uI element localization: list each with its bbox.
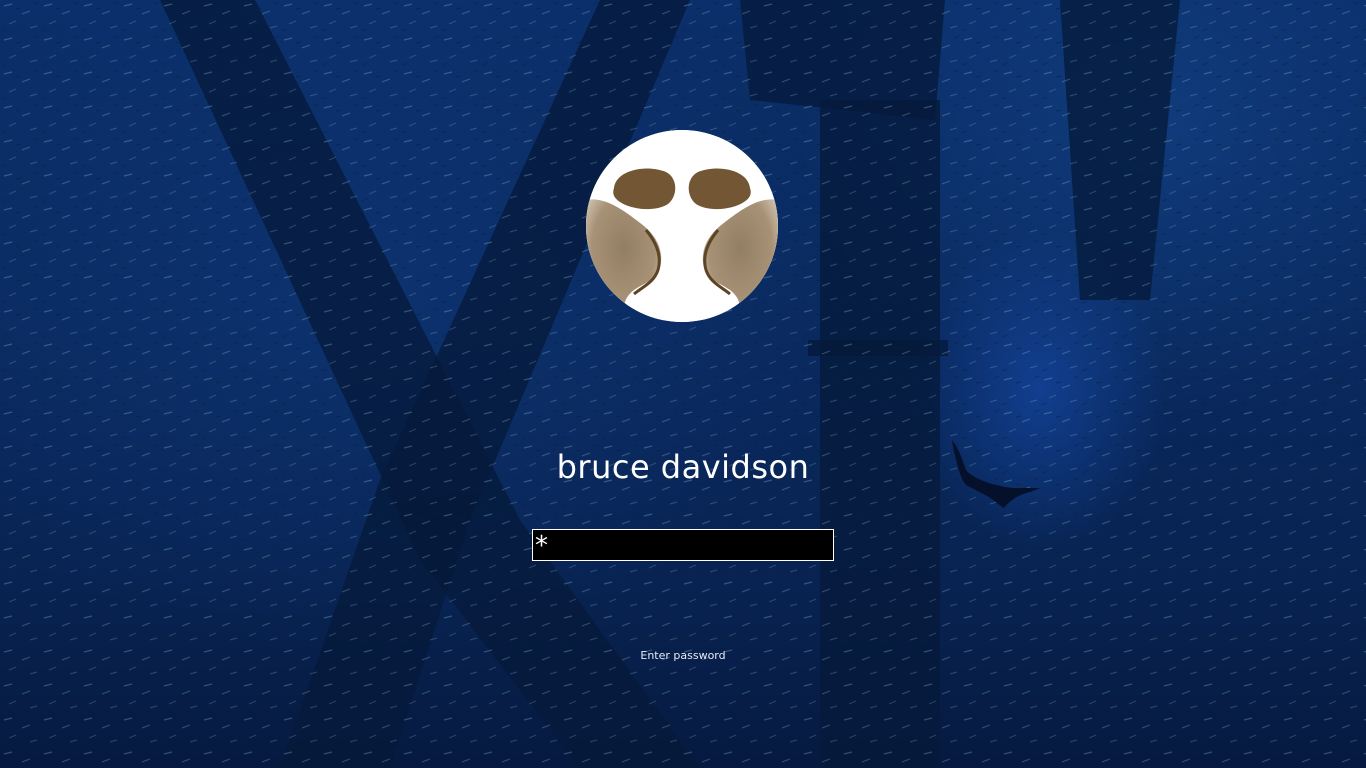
user-avatar [586, 130, 778, 322]
password-hint: Enter password [640, 649, 726, 662]
password-mask: * [535, 531, 548, 561]
inkblot-avatar-icon [586, 130, 778, 322]
password-field[interactable]: * [532, 529, 834, 561]
lock-screen: bruce davidson * Enter password [0, 0, 1366, 768]
login-panel: bruce davidson * Enter password [0, 0, 1366, 768]
username-label: bruce davidson [556, 448, 810, 486]
